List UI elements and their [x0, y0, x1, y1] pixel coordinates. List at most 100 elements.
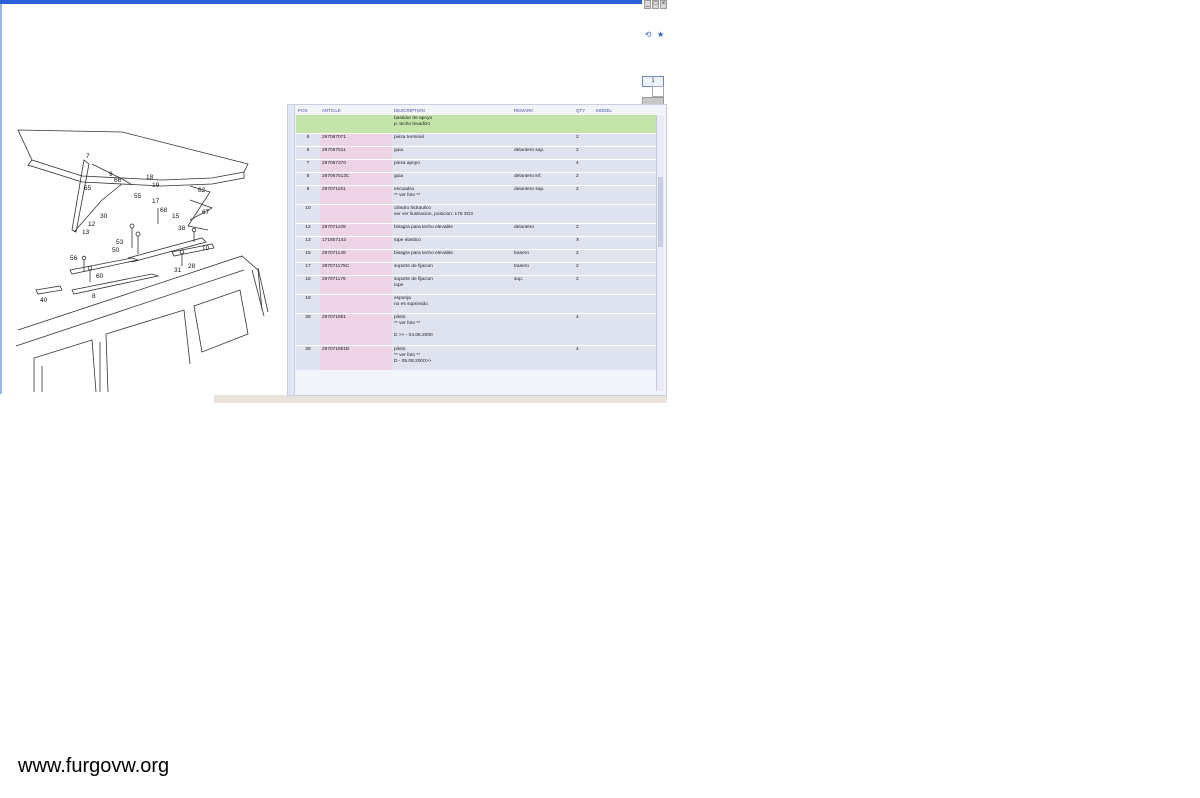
minimize-button[interactable]: _ [644, 0, 651, 9]
callout-label: 50 [112, 247, 120, 254]
close-button[interactable]: × [660, 0, 667, 9]
cell-description: pieza terminal [392, 133, 512, 147]
column-header-qty[interactable]: QTY [574, 107, 594, 115]
table-row[interactable]: 19 esponja no es suprimido [296, 294, 657, 314]
cell-pos: 8 [296, 172, 320, 186]
cell-remark [512, 345, 574, 370]
cell-description: guia [392, 172, 512, 186]
table-row[interactable]: 28 297071851B piloto ** ver foto ** D - 05.0… [296, 345, 657, 370]
cell-description: piloto ** ver foto ** D >> - 04.08.2000 [392, 313, 512, 346]
cell-description: soporte de fijacion [392, 262, 512, 276]
description-line: bisagra para techo elevable [394, 251, 453, 256]
description-line: D >> - 04.08.2000 [394, 333, 433, 338]
callout-label: 19 [152, 182, 160, 189]
callout-label: 28 [188, 263, 196, 270]
cell-pos: 28 [296, 345, 320, 370]
description-line: ** ver foto ** [394, 193, 421, 198]
callout-label: 15 [172, 213, 180, 220]
cell-article: 297067370 [320, 159, 392, 173]
callout-label: 38 [178, 225, 186, 232]
cell-pos: 13 [296, 236, 320, 250]
callout-label: 13 [82, 229, 90, 236]
cell-pos: 28 [296, 313, 320, 346]
cell-description: bastidor de apoyo p. techo levadizo [392, 114, 512, 134]
cell-description: cilindro hidraulico ver ver ilustracion, … [392, 204, 512, 224]
cell-article: 297071851B [320, 345, 392, 370]
table-row[interactable]: 17 297071175C soporte de fijacion trasero 2 [296, 262, 657, 276]
exploded-parts-diagram: 7 65 9 66 18 19 62 55 17 68 15 67 12 13 … [15, 129, 269, 392]
table-section-row[interactable]: bastidor de apoyo p. techo levadizo [296, 114, 657, 134]
cell-remark: trasero [512, 249, 574, 263]
callout-label: 9 [109, 171, 113, 178]
table-row[interactable]: 18 297071176 soporte de fijacion tope sup. 2 [296, 275, 657, 295]
cell-model [594, 223, 657, 237]
window-title-bar [0, 0, 642, 4]
column-header-pos[interactable]: POS [296, 107, 320, 115]
cell-qty: 2 [574, 223, 594, 237]
callout-label: 60 [96, 273, 104, 280]
cell-pos: 6 [296, 146, 320, 160]
table-row[interactable]: 28 297071851 piloto ** ver foto ** D >> - 0… [296, 313, 657, 346]
cell-pos [296, 114, 320, 134]
refresh-icon[interactable]: ⟲ [645, 30, 652, 40]
cell-qty: 2 [574, 146, 594, 160]
panel-left-edge [288, 105, 295, 395]
callout-label: 65 [84, 185, 92, 192]
parts-list-panel: POS ARTICLE DESCRIPTION REMARK QTY MODEL… [287, 104, 667, 396]
table-body: bastidor de apoyo p. techo levadizo 5 29706… [296, 114, 657, 370]
cell-pos: 17 [296, 262, 320, 276]
table-row[interactable]: 7 297067370 pieza apoyo 4 [296, 159, 657, 173]
description-line: guia [394, 174, 404, 179]
favorites-star-icon[interactable]: ★ [657, 30, 664, 40]
cell-remark [512, 114, 574, 134]
callout-label: 30 [100, 213, 108, 220]
cell-article: 297067511 [320, 146, 392, 160]
cell-article: 297071851 [320, 313, 392, 346]
cell-article: 297071161 [320, 185, 392, 205]
cell-remark [512, 133, 574, 147]
vertical-scrollbar[interactable] [656, 115, 664, 391]
cell-article: 297071175C [320, 262, 392, 276]
cell-description: tope elastico [392, 236, 512, 250]
column-header-article[interactable]: ARTICLE [320, 107, 392, 115]
callout-label: 40 [40, 297, 48, 304]
column-header-remark[interactable]: REMARK [512, 107, 574, 115]
table-row[interactable]: 9 297071161 escuadra ** ver foto ** delanter… [296, 185, 657, 205]
cell-remark: delantero [512, 223, 574, 237]
callout-label: 53 [116, 239, 124, 246]
table-row[interactable]: 12 297071109 bisagra para techo elevable de… [296, 223, 657, 237]
cell-article [320, 294, 392, 314]
description-line: no es suprimido [394, 302, 428, 307]
cell-description: guia [392, 146, 512, 160]
cell-remark [512, 236, 574, 250]
toolbar-icons: ⟲ ★ [642, 30, 667, 40]
cell-pos: 19 [296, 294, 320, 314]
scrollbar-thumb[interactable] [658, 177, 663, 247]
cell-description: soporte de fijacion tope [392, 275, 512, 295]
table-row[interactable]: 8 297067513C guia delantero inf. 2 [296, 172, 657, 186]
callout-label: 68 [160, 207, 168, 214]
table-row[interactable]: 10 cilindro hidraulico ver ver ilustracion… [296, 204, 657, 224]
cell-qty: 2 [574, 275, 594, 295]
table-row[interactable]: 15 297071149 bisagra para techo elevable tr… [296, 249, 657, 263]
window-frame-left [0, 4, 2, 394]
small-box-widget[interactable] [652, 86, 664, 97]
cell-pos: 7 [296, 159, 320, 173]
cell-qty: 4 [574, 313, 594, 346]
table-row[interactable]: 13 171857143 tope elastico X [296, 236, 657, 250]
maximize-button[interactable]: □ [652, 0, 659, 9]
cell-model [594, 249, 657, 263]
column-header-description[interactable]: DESCRIPTION [392, 107, 512, 115]
cell-description: esponja no es suprimido [392, 294, 512, 314]
cell-model [594, 236, 657, 250]
callout-label: 18 [146, 174, 154, 181]
cell-model [594, 146, 657, 160]
table-row[interactable]: 5 297067071 pieza terminal 2 [296, 133, 657, 147]
column-header-model[interactable]: MODEL [594, 107, 657, 115]
cell-description: escuadra ** ver foto ** [392, 185, 512, 205]
cell-description: pieza apoyo [392, 159, 512, 173]
cell-qty [574, 204, 594, 224]
callout-label: 10 [202, 245, 210, 252]
table-row[interactable]: 6 297067511 guia delantero sup. 2 [296, 146, 657, 160]
cell-qty: 2 [574, 262, 594, 276]
